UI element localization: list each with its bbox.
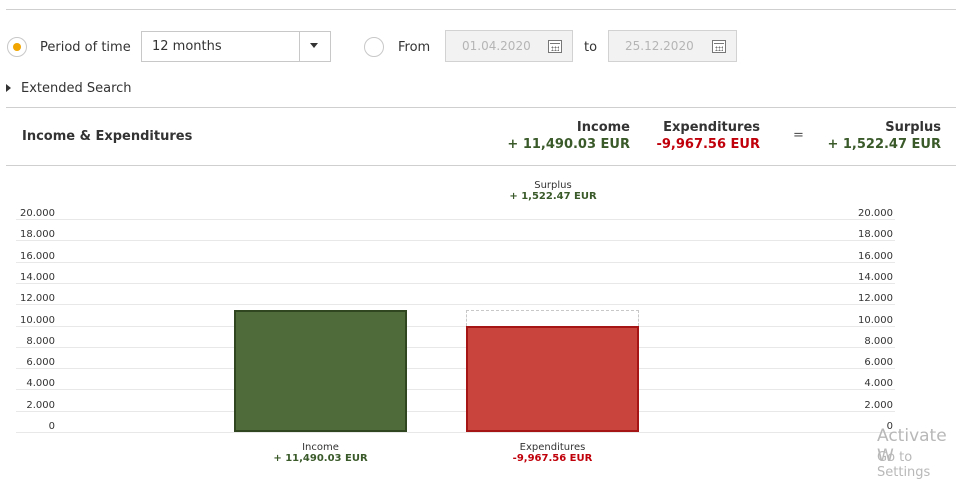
to-date-value: 25.12.2020 (625, 39, 694, 53)
period-label: Period of time (40, 40, 131, 55)
expenditures-bar[interactable] (466, 325, 639, 432)
y-tick-label-right: 6.000 (864, 357, 893, 369)
y-tick-label-right: 2.000 (864, 399, 893, 411)
grid-line (16, 261, 895, 263)
grid-line (16, 219, 895, 220)
calendar-icon[interactable] (712, 40, 726, 53)
y-tick-label-left: 4.000 (26, 378, 55, 390)
income-summary-label: Income (576, 120, 630, 135)
y-tick-label-left: 2.000 (26, 399, 55, 411)
y-tick-label-right: 10.000 (858, 314, 893, 326)
extended-search-label: Extended Search (21, 81, 132, 96)
period-select-value: 12 months (152, 39, 222, 54)
grid-line (16, 389, 895, 391)
grid-line (16, 346, 895, 348)
period-radio[interactable] (7, 37, 27, 57)
summary-bottom-divider (6, 165, 956, 166)
to-label: to (584, 40, 598, 55)
extended-search-toggle[interactable]: Extended Search (6, 81, 136, 97)
y-tick-label-left: 10.000 (20, 314, 55, 326)
y-tick-label-right: 8.000 (864, 335, 893, 347)
period-radio-dot (13, 43, 21, 51)
period-select-toggle[interactable] (299, 32, 330, 61)
surplus-summary: Surplus + 1,522.47 EUR (800, 120, 941, 152)
y-tick-label-left: 14.000 (20, 271, 55, 283)
grid-line (16, 240, 895, 242)
expenditures-bar-label: Expenditures -9,967.56 EUR (446, 442, 659, 464)
grid-line (16, 282, 895, 284)
expenditures-summary-value: -9,967.56 EUR (656, 137, 760, 152)
summary-title: Income & Expenditures (22, 129, 193, 144)
y-tick-label-right: 20.000 (858, 208, 893, 219)
income-bar-label: Income + 11,490.03 EUR (214, 442, 427, 464)
period-select[interactable]: 12 months (141, 31, 331, 62)
income-bar[interactable] (234, 309, 407, 432)
y-tick-label-left: 12.000 (20, 293, 55, 305)
grid-line (16, 432, 895, 433)
y-tick-label-right: 12.000 (858, 293, 893, 305)
surplus-outline (466, 309, 639, 326)
y-tick-label-right: 14.000 (858, 271, 893, 283)
surplus-summary-label: Surplus (885, 120, 941, 135)
grid-line (16, 304, 895, 306)
y-tick-label-left: 16.000 (20, 250, 55, 262)
y-tick-label-left: 20.000 (20, 208, 55, 219)
from-label: From (398, 40, 431, 55)
surplus-summary-value: + 1,522.47 EUR (827, 137, 941, 152)
y-tick-label-left: 0 (48, 421, 55, 432)
y-tick-label-left: 8.000 (26, 335, 55, 347)
grid-line (16, 368, 895, 370)
to-date-field[interactable]: 25.12.2020 (608, 30, 737, 62)
income-summary-value: + 11,490.03 EUR (507, 137, 630, 152)
surplus-chart-label-title: Surplus (534, 180, 572, 191)
bar-category-label: Income (302, 442, 339, 453)
y-tick-label-right: 16.000 (858, 250, 893, 262)
expenditures-summary-label: Expenditures (663, 120, 760, 135)
income-expenditures-chart: Surplus + 1,522.47 EUR 20.000 20.000 18.00… (0, 170, 967, 485)
summary-top-divider (6, 107, 956, 108)
y-tick-label-right: 18.000 (858, 229, 893, 241)
bar-category-label: Expenditures (519, 442, 586, 453)
chevron-down-icon (310, 43, 318, 48)
activation-watermark-line2: Go to Settings (877, 450, 931, 480)
income-summary: Income + 11,490.03 EUR (480, 120, 630, 152)
y-tick-label-right: 4.000 (864, 378, 893, 390)
from-date-field[interactable]: 01.04.2020 (445, 30, 573, 62)
bar-value-label: + 11,490.03 EUR (273, 453, 368, 464)
expenditures-summary: Expenditures -9,967.56 EUR (640, 120, 760, 152)
from-radio[interactable] (364, 37, 384, 57)
caret-right-icon (6, 84, 11, 92)
surplus-chart-label-value: + 1,522.47 EUR (509, 191, 597, 202)
bar-value-label: -9,967.56 EUR (512, 453, 593, 464)
from-date-value: 01.04.2020 (462, 39, 531, 53)
top-divider (6, 9, 956, 10)
grid-line (16, 410, 895, 412)
surplus-chart-label: Surplus + 1,522.47 EUR (478, 180, 628, 202)
y-tick-label-left: 6.000 (26, 357, 55, 369)
grid-line (16, 325, 895, 327)
y-tick-label-left: 18.000 (20, 229, 55, 241)
calendar-icon[interactable] (548, 40, 562, 53)
